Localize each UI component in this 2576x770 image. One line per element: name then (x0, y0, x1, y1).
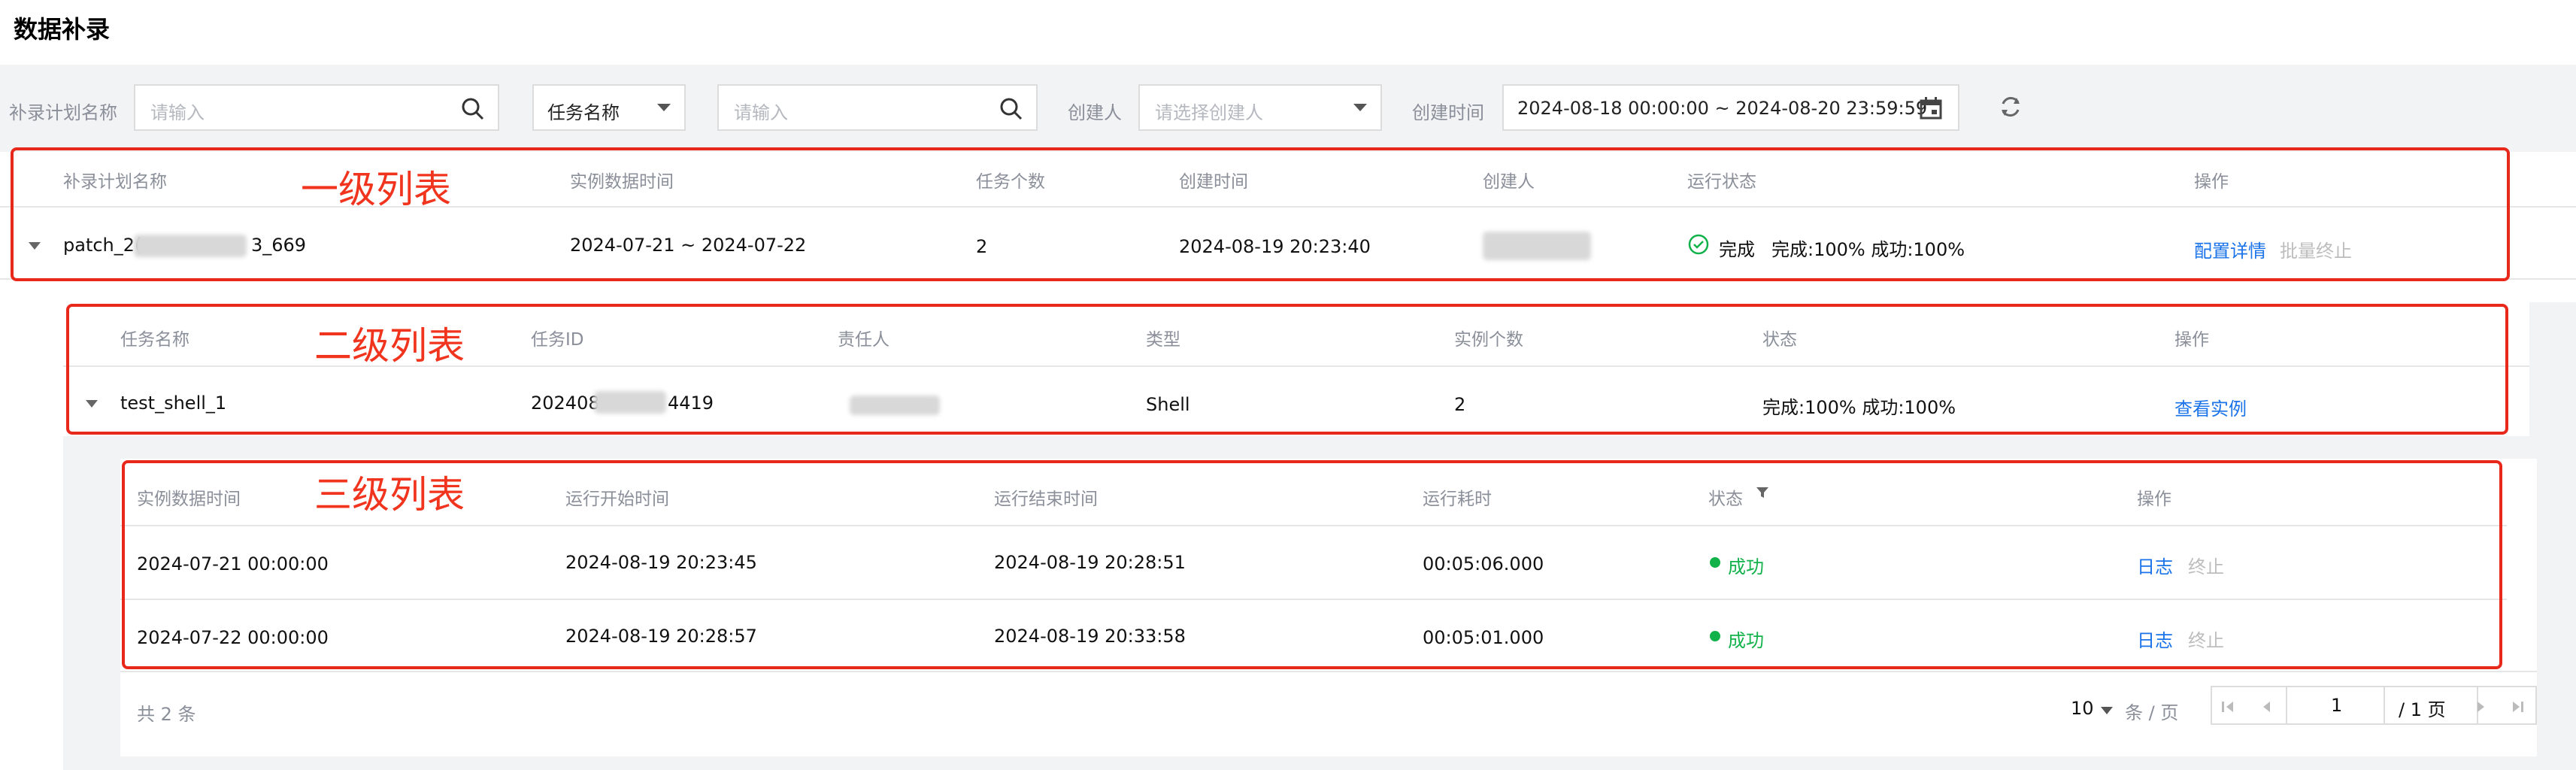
task-search-input[interactable]: 请输入 (717, 84, 1038, 131)
annotation-level2: 二级列表 (314, 324, 465, 368)
date-range-value: 2024-08-18 00:00:00 ~ 2024-08-20 23:59:5… (1517, 98, 1928, 119)
plan-name-label: 补录计划名称 (9, 102, 117, 123)
search-icon[interactable] (460, 96, 486, 125)
next-page-icon[interactable] (2469, 698, 2492, 719)
total-pages: / 1 页 (2399, 699, 2446, 720)
page-title: 数据补录 (14, 15, 111, 44)
plan-name-placeholder: 请输入 (150, 102, 205, 123)
task-search-placeholder: 请输入 (734, 102, 788, 123)
annotation-box-level3 (122, 460, 2502, 669)
search-icon[interactable] (999, 96, 1024, 125)
task-type-select[interactable]: 任务名称 (532, 84, 686, 131)
page-size-select[interactable]: 10 (2071, 698, 2094, 719)
annotation-level1: 一级列表 (301, 168, 451, 211)
page-number-input[interactable]: 1 (2286, 686, 2385, 725)
created-time-label: 创建时间 (1412, 102, 1484, 123)
total-pages-box: / 1 页 (2384, 686, 2478, 725)
first-page-icon[interactable] (2218, 698, 2241, 719)
annotation-level3: 三级列表 (314, 473, 465, 517)
divider (120, 671, 2537, 672)
per-page-label: 条 / 页 (2125, 702, 2179, 723)
chevron-down-icon (1353, 104, 1367, 111)
task-type-value: 任务名称 (547, 102, 620, 123)
chevron-down-icon[interactable] (2101, 707, 2113, 714)
prev-page-icon[interactable] (2256, 698, 2278, 719)
calendar-icon[interactable] (1919, 96, 1943, 123)
refresh-icon[interactable] (1997, 93, 2024, 123)
date-range-picker[interactable]: 2024-08-18 00:00:00 ~ 2024-08-20 23:59:5… (1502, 84, 1959, 131)
page-number-value: 1 (2331, 695, 2343, 716)
creator-label: 创建人 (1068, 102, 1122, 123)
plan-name-input[interactable]: 请输入 (134, 84, 499, 131)
last-page-icon[interactable] (2505, 698, 2528, 719)
total-count: 共 2 条 (137, 704, 196, 725)
creator-placeholder: 请选择创建人 (1155, 102, 1263, 123)
creator-select[interactable]: 请选择创建人 (1138, 84, 1382, 131)
chevron-down-icon (657, 104, 671, 111)
